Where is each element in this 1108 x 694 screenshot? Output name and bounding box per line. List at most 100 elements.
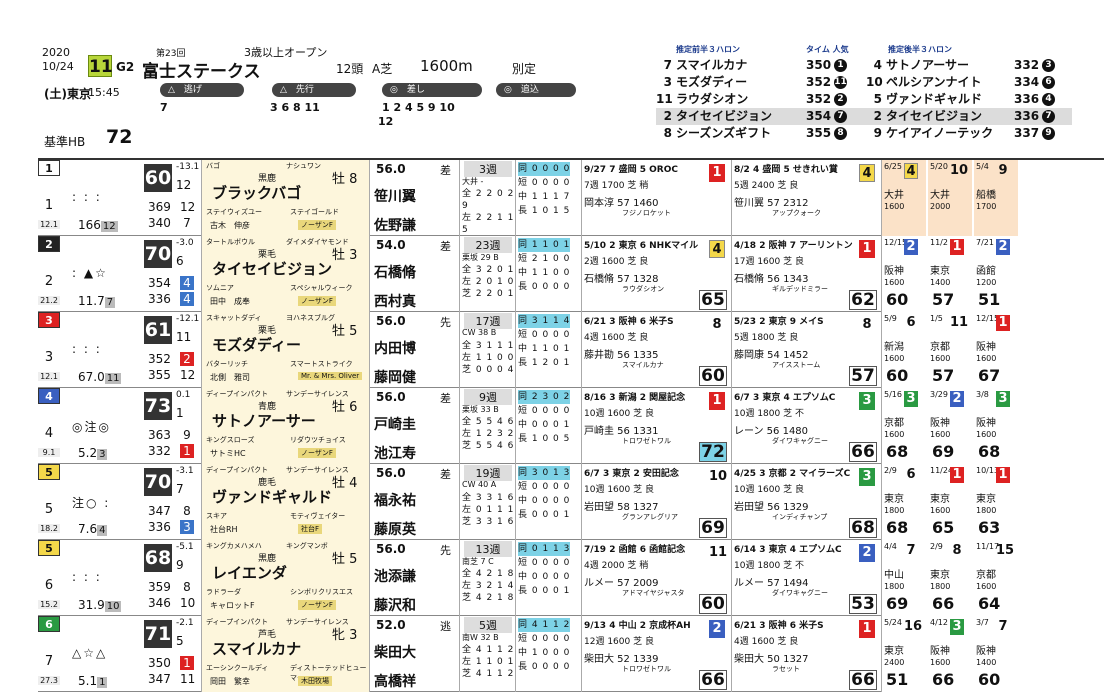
past-race-jockey-time: 笹川翼 57 2312 <box>734 198 809 209</box>
hb-last-rank: 1 <box>180 444 194 458</box>
history-rating: 68 <box>978 442 1000 461</box>
past-race-jockey-time: 戸崎圭 56 1331 <box>584 426 659 437</box>
hb-value: 71 <box>144 620 172 648</box>
pred-row: 3 モズダディー 352 11 <box>656 74 868 91</box>
pred-time: 334 <box>1014 75 1040 89</box>
past-race-rating: 53 <box>849 594 877 614</box>
history-position: 2 <box>904 239 918 255</box>
history-cell: 4/4 7 中山 1800 69 2/9 8 東京 1800 66 11/17 15 京都 1600 64 <box>882 540 1104 616</box>
hb-last-3f: 340 <box>148 216 171 230</box>
distance-record-list: 同 1 1 0 1 短 2 1 0 0 中 1 1 0 0 長 0 0 0 0 <box>518 238 571 294</box>
sex-age: 牡 8 <box>332 172 358 187</box>
sex-age: 牡 5 <box>332 552 358 567</box>
pred-row: 2 タイセイビジョン 336 7 <box>866 108 1072 125</box>
history-col: 12/15 1 阪神 1600 67 <box>974 312 1018 388</box>
past-race-cond: 10週 1600 芝 良 <box>584 409 654 419</box>
history-rating: 51 <box>978 290 1000 309</box>
past-race-title: 6/21 3 阪神 6 米子S <box>584 317 674 327</box>
past-race-title: 5/10 2 東京 6 NHKマイル <box>584 241 699 251</box>
owner-name: サトミHC <box>210 449 246 458</box>
hb-diff: -5.1 <box>176 542 194 552</box>
small-odds: 21.2 <box>38 296 60 305</box>
history-rating-value: 66 <box>932 670 955 689</box>
history-venue: 東京 <box>930 494 950 505</box>
history-distance: 1600 <box>884 354 905 363</box>
past-race-cond: 2週 1600 芝 良 <box>584 257 649 267</box>
hb-diff: 0.1 <box>176 390 191 400</box>
past-race-jockey-time: 柴田大 50 1327 <box>734 654 809 665</box>
training-cell: 17週 CW 38 B 全 3 1 1 1 左 1 1 0 0 芝 0 0 0 4 <box>460 312 516 388</box>
history-venue: 東京 <box>976 494 996 505</box>
past-race-position: 2 <box>859 544 875 562</box>
history-rating: 67 <box>978 366 1000 385</box>
history-rating-value: 68 <box>978 442 1001 461</box>
course-record-line: 芝 4 1 1 2 <box>462 669 515 679</box>
horse-number: 7 <box>44 654 54 669</box>
carried-weight: 56.0 <box>376 466 406 480</box>
distance-record-line: 同 3 1 1 4 <box>518 314 571 328</box>
win-odds-value: 166 <box>78 218 101 232</box>
history-distance: 1400 <box>976 658 997 667</box>
hb-cell: 6 7 27.3 △☆△ 5.1 1 71 -2.1 5 350 1 347 11 <box>38 616 202 692</box>
history-rating-value: 60 <box>886 366 909 385</box>
past-race-title: 6/21 3 阪神 6 米子S <box>734 621 824 631</box>
distance-record-line: 中 0 0 0 0 <box>518 572 571 582</box>
sire-sire-name: キングマンボ <box>286 542 328 550</box>
history-rating: 65 <box>932 518 954 537</box>
pred-num: 2 <box>873 109 882 123</box>
history-rating: 57 <box>932 290 954 309</box>
distance-record-line: 中 1 1 0 0 <box>518 268 571 278</box>
breeder-name: ノーザンF <box>298 220 336 230</box>
hb-last-rank: 3 <box>180 520 194 534</box>
history-rating: 68 <box>886 518 908 537</box>
distance-records: 同 0 0 0 0 短 0 0 0 0 中 1 1 1 7 長 1 0 1 5 <box>516 160 582 236</box>
history-col: 3/8 3 阪神 1600 68 <box>974 388 1018 464</box>
past-race-title: 4/18 2 阪神 7 アーリントン <box>734 241 853 251</box>
win-odds-value: 7.6 <box>78 522 98 536</box>
history-date: 1/5 <box>930 314 943 323</box>
history-cell: 5/24 16 東京 2400 51 4/12 3 阪神 1600 66 3/7 7 阪神 1400 60 <box>882 616 1104 692</box>
history-rating-value: 63 <box>978 518 1001 537</box>
past-race-jockey-time: レーン 56 1480 <box>734 426 809 437</box>
course-record: 全 3 3 1 6 左 0 1 1 1 芝 3 3 1 6 <box>462 492 514 528</box>
history-rating: 60 <box>886 366 908 385</box>
horse-row: 2 2 21.2: ▲☆ 11.7 7 70 -3.0 6 354 4 336 4 タートルボウル ダイメ… <box>38 236 1104 312</box>
training-cell: 9週 栗坂 33 B 全 5 5 4 6 左 1 2 3 2 芝 5 5 4 6 <box>460 388 516 464</box>
past-race-title: 6/14 3 東京 4 エプソムC <box>734 545 842 555</box>
race-weight-rule: 別定 <box>512 62 537 76</box>
distance-records: 同 4 1 1 2 短 0 0 0 0 中 1 0 0 0 長 0 0 0 0 <box>516 616 582 692</box>
past-race-title: 6/7 3 東京 4 エプソムC <box>734 393 836 403</box>
history-col: 4/12 3 阪神 1600 66 <box>928 616 972 692</box>
past-race-cell: 6/14 3 東京 4 エプソムC 2 10週 1800 芝 不ルメー 57 149… <box>732 540 882 616</box>
broodmare-sire: スペシャルウィーク <box>290 284 353 292</box>
distance-record-list: 同 4 1 1 2 短 0 0 0 0 中 1 0 0 0 長 0 0 0 0 <box>518 618 571 674</box>
history-col: 3/29 2 阪神 1600 69 <box>928 388 972 464</box>
history-date: 5/16 <box>884 390 902 399</box>
hb-value: 73 <box>144 392 172 420</box>
jockey-name: 内田博 <box>374 341 416 357</box>
pred-first-title: 推定前半３ハロン <box>676 45 740 54</box>
past-race-position: 3 <box>859 392 875 410</box>
race-condition: 3歳以上オープン <box>244 46 328 59</box>
pred-horse-name: タイセイビジョン <box>676 109 773 123</box>
win-odds: 166 12 <box>78 218 118 232</box>
style-nums-senko: 3 6 8 11 <box>270 101 320 114</box>
jockey-name: 戸崎圭 <box>374 417 416 433</box>
pred-num: 2 <box>663 109 672 123</box>
past-race-rating: 66 <box>849 442 877 462</box>
hb-first-3f: 350 <box>148 656 171 670</box>
waku-number: 1 <box>38 160 60 176</box>
past-race-rating: 66 <box>849 670 877 690</box>
history-venue: 阪神 <box>930 646 950 657</box>
horse-number: 6 <box>44 578 54 593</box>
course-record: 全 4 1 1 2 左 1 1 0 1 芝 4 1 1 2 <box>462 644 514 680</box>
history-distance: 2000 <box>930 202 951 211</box>
pred-horse-name: ヴァンドギャルド <box>886 92 983 106</box>
sire-name: バゴ <box>206 162 220 170</box>
history-col: 2/9 8 東京 1800 66 <box>928 540 972 616</box>
history-rating-value: 69 <box>886 594 909 613</box>
history-position: 1 <box>950 467 964 483</box>
past-race-cell: 4/18 2 阪神 7 アーリントン 1 17週 1600 芝 良石橋脩 56 13… <box>732 236 882 312</box>
history-position: 4 <box>904 163 918 179</box>
race-grade: G2 <box>116 60 135 74</box>
